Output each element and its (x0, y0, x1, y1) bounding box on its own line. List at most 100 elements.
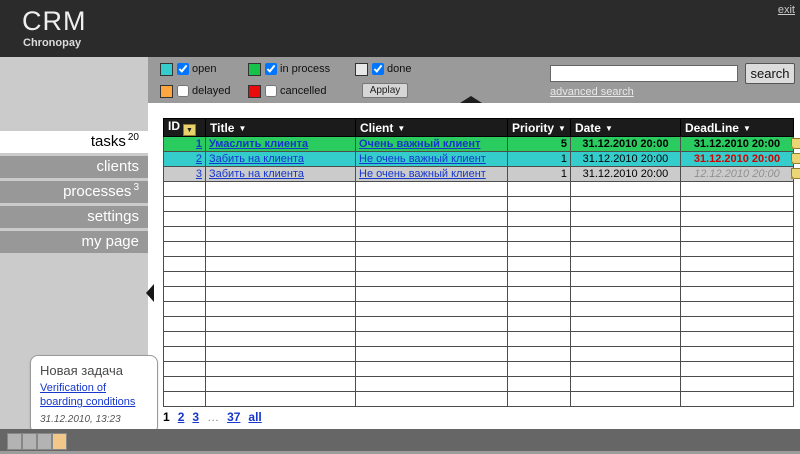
sticky-note-icon[interactable] (790, 153, 800, 164)
empty-cell (507, 391, 571, 407)
search-input[interactable] (550, 65, 738, 82)
empty-row (163, 226, 794, 242)
empty-cell (679, 256, 794, 272)
exit-link[interactable]: exit (778, 4, 795, 16)
tasks-table: ID ▼ Title ▼ Client ▼ Priority ▼ Date ▼ DeadLine ▼ … (163, 118, 800, 407)
task-title-cell: Умаслить клиента (205, 136, 356, 152)
apply-button[interactable]: Applay (362, 83, 408, 98)
empty-cell (163, 361, 206, 377)
column-header-title[interactable]: Title ▼ (205, 118, 356, 137)
sort-arrow-icon[interactable]: ▼ (397, 124, 405, 133)
column-header-client[interactable]: Client ▼ (355, 118, 508, 137)
sort-arrow-icon[interactable]: ▼ (743, 124, 751, 133)
notification-card: Новая задача Verification of boarding co… (30, 355, 158, 434)
task-title-link[interactable]: Забить на клиента (209, 168, 304, 180)
task-deadline-cell: 31.12.2010 20:00 (679, 151, 800, 167)
column-header-priority[interactable]: Priority ▼ (507, 118, 571, 137)
taskbar-square-2[interactable] (22, 433, 37, 450)
sidebar-item-processes[interactable]: processes 3 (0, 181, 148, 203)
empty-cell (355, 361, 508, 377)
task-title-link[interactable]: Умаслить клиента (209, 138, 308, 150)
column-header-date[interactable]: Date ▼ (569, 118, 681, 137)
column-header-id[interactable]: ID ▼ (163, 118, 206, 137)
task-deadline-cell: 31.12.2010 20:00 (679, 136, 800, 152)
sticky-note-icon[interactable] (790, 138, 800, 149)
sidebar-item-tasks[interactable]: tasks 20 (0, 131, 148, 153)
task-id-link[interactable]: 1 (196, 138, 202, 150)
top-header: CRM Chronopay exit (0, 0, 800, 57)
filter-checkbox-delayed[interactable] (177, 85, 189, 97)
task-row: 3 Забить на клиента Не очень важный клиент… (163, 166, 800, 182)
sidebar-item-label: settings (87, 208, 139, 225)
empty-cell (507, 226, 571, 242)
filter-checkbox-cancelled[interactable] (265, 85, 277, 97)
sort-arrow-icon[interactable]: ▼ (238, 124, 246, 133)
task-client-cell: Не очень важный клиент (355, 151, 508, 167)
page-ellipsis: … (207, 410, 220, 424)
sort-note-icon[interactable]: ▼ (183, 124, 196, 136)
empty-cell (355, 391, 508, 407)
task-title-link[interactable]: Забить на клиента (209, 153, 304, 165)
empty-cell (355, 211, 508, 227)
empty-cell (163, 286, 206, 302)
filter-collapse-icon[interactable] (460, 96, 482, 103)
task-client-link[interactable]: Не очень важный клиент (359, 168, 486, 180)
task-client-link[interactable]: Очень важный клиент (359, 138, 480, 150)
filter-delayed: delayed (160, 84, 231, 98)
empty-cell (569, 301, 681, 317)
empty-cell (507, 286, 571, 302)
empty-cell (679, 346, 794, 362)
page-link-2[interactable]: 2 (178, 410, 185, 424)
sort-arrow-icon[interactable]: ▼ (605, 124, 613, 133)
sidebar-item-clients[interactable]: clients (0, 156, 148, 178)
sidebar-item-settings[interactable]: settings (0, 206, 148, 228)
empty-cell (507, 376, 571, 392)
search-button[interactable]: search (745, 63, 795, 84)
empty-cell (679, 376, 794, 392)
column-header-deadline[interactable]: DeadLine ▼ (679, 118, 794, 137)
empty-cell (355, 241, 508, 257)
filter-label: delayed (192, 85, 231, 97)
empty-cell (679, 286, 794, 302)
sort-arrow-icon[interactable]: ▼ (558, 124, 566, 133)
status-color-swatch (248, 84, 261, 98)
page-link-3[interactable]: 3 (192, 410, 199, 424)
empty-cell (569, 271, 681, 287)
sidebar-item-count-badge: 20 (127, 132, 139, 143)
taskbar-square-4[interactable] (52, 433, 67, 450)
task-id-link[interactable]: 2 (196, 153, 202, 165)
task-client-link[interactable]: Не очень важный клиент (359, 153, 486, 165)
sidebar-collapse-icon[interactable] (146, 284, 154, 302)
filter-done: done (355, 62, 411, 76)
page-link-all[interactable]: all (248, 410, 261, 424)
empty-cell (355, 286, 508, 302)
notification-task-link[interactable]: Verification of boarding conditions (40, 381, 148, 410)
sidebar-item-my-page[interactable]: my page (0, 231, 148, 253)
empty-cell (679, 331, 794, 347)
empty-cell (355, 316, 508, 332)
task-priority-cell: 5 (507, 136, 571, 152)
filter-checkbox-in-process[interactable] (265, 63, 277, 75)
empty-cell (355, 331, 508, 347)
taskbar-square-1[interactable] (7, 433, 22, 450)
empty-row (163, 391, 794, 407)
task-id-link[interactable]: 3 (196, 168, 202, 180)
task-title-cell: Забить на клиента (205, 151, 356, 167)
empty-cell (569, 286, 681, 302)
sidebar-item-label: processes (63, 183, 132, 200)
column-header-label: Priority (512, 120, 555, 135)
empty-row (163, 316, 794, 332)
empty-cell (507, 211, 571, 227)
advanced-search-link[interactable]: advanced search (550, 86, 634, 98)
empty-cell (569, 391, 681, 407)
sticky-note-icon[interactable] (790, 168, 800, 179)
filter-checkbox-done[interactable] (372, 63, 384, 75)
taskbar-square-3[interactable] (37, 433, 52, 450)
page-link-37[interactable]: 37 (227, 410, 240, 424)
empty-row (163, 271, 794, 287)
empty-cell (163, 376, 206, 392)
empty-cell (679, 301, 794, 317)
empty-cell (355, 226, 508, 242)
empty-cell (205, 376, 356, 392)
filter-checkbox-open[interactable] (177, 63, 189, 75)
